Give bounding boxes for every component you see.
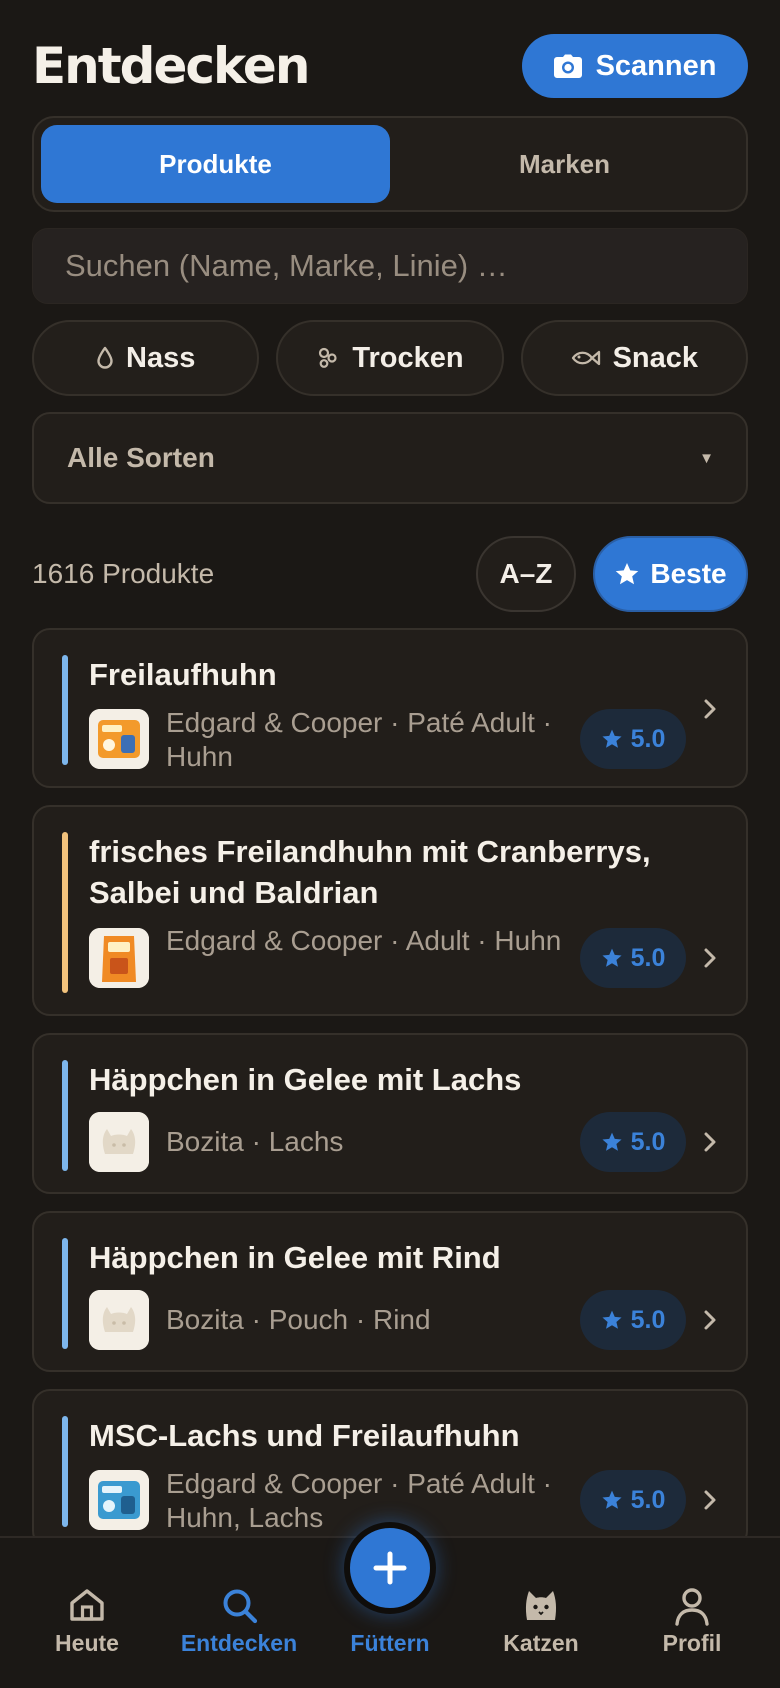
product-title: Häppchen in Gelee mit Lachs	[89, 1062, 522, 1097]
search-box	[32, 228, 748, 304]
category-accent	[62, 1238, 68, 1349]
product-title: Freilaufhuhn	[89, 657, 277, 692]
product-title: frisches Freilandhuhn mit Cranberrys, Sa…	[89, 834, 651, 910]
filter-label: Trocken	[352, 341, 464, 374]
profile-icon	[675, 1588, 709, 1626]
search-icon	[223, 1589, 258, 1624]
feed-button-label: Füttern	[350, 1630, 430, 1656]
product-thumbnail	[89, 709, 149, 769]
chevron-right-icon	[704, 699, 716, 719]
results-count: 1616 Produkte	[32, 558, 215, 589]
results-toolbar: 1616 Produkte A–Z Beste	[32, 536, 748, 612]
tab-label: Profil	[662, 1630, 722, 1656]
scan-button-label: Scannen	[595, 49, 717, 82]
product-thumbnail	[89, 1470, 149, 1530]
product-subtitle: Bozita · Pouch · Rind	[166, 1304, 431, 1335]
rating-badge: 5.0	[580, 1470, 686, 1530]
droplet-icon	[97, 346, 113, 369]
rating-badge: 5.0	[580, 709, 686, 769]
variety-select-value: Alle Sorten	[67, 442, 215, 473]
rating-value: 5.0	[630, 1485, 666, 1514]
search-input[interactable]	[65, 248, 747, 284]
segmented-control: Produkte Marken	[32, 116, 748, 212]
category-accent	[62, 832, 68, 993]
rating-value: 5.0	[630, 1305, 666, 1334]
filter-nass[interactable]: Nass	[32, 320, 260, 396]
tab-produkte[interactable]: Produkte	[41, 125, 390, 203]
rating-value: 5.0	[630, 943, 666, 972]
tab-heute[interactable]: Heute	[12, 1538, 162, 1688]
category-accent	[62, 655, 68, 765]
fish-icon	[571, 350, 600, 366]
star-icon	[602, 1310, 622, 1329]
tab-label: Entdecken	[180, 1630, 298, 1656]
product-subtitle: Edgard & Cooper · Paté Adult · Huhn	[166, 707, 552, 772]
star-icon	[602, 948, 622, 967]
rating-badge: 5.0	[580, 1290, 686, 1350]
product-title: Häppchen in Gelee mit Rind	[89, 1240, 501, 1275]
rating-value: 5.0	[630, 724, 666, 753]
product-subtitle: Edgard & Cooper · Adult · Huhn	[166, 925, 562, 956]
cat-placeholder-icon	[89, 1112, 149, 1172]
product-list: Freilaufhuhn Edgard & Cooper · Paté Adul…	[32, 628, 748, 1566]
category-accent	[62, 1060, 68, 1171]
product-subtitle: Bozita · Lachs	[166, 1126, 344, 1157]
product-title: MSC-Lachs und Freilaufhuhn	[89, 1418, 520, 1453]
sort-az-button[interactable]: A–Z	[476, 536, 576, 612]
camera-icon	[553, 54, 582, 78]
star-icon	[602, 729, 622, 748]
chevron-right-icon	[704, 1132, 716, 1152]
tab-label: Katzen	[503, 1630, 579, 1656]
sort-toggle: A–Z Beste	[476, 536, 748, 612]
star-icon	[602, 1490, 622, 1509]
product-card[interactable]: Häppchen in Gelee mit Rind Bozita · Pouc…	[32, 1211, 748, 1372]
plus-icon	[373, 1551, 407, 1585]
product-thumbnail	[89, 1290, 149, 1350]
variety-select[interactable]: Alle Sorten ▼	[32, 412, 748, 504]
tab-katzen[interactable]: Katzen	[466, 1538, 616, 1688]
scan-button[interactable]: Scannen	[522, 34, 748, 98]
filter-label: Nass	[126, 341, 196, 374]
rating-badge: 5.0	[580, 928, 686, 988]
kibble-icon	[319, 347, 337, 368]
tab-profil[interactable]: Profil	[617, 1538, 767, 1688]
tab-label: Heute	[55, 1630, 119, 1656]
chevron-down-icon: ▼	[699, 449, 714, 467]
rating-badge: 5.0	[580, 1112, 686, 1172]
cat-icon	[525, 1591, 557, 1620]
product-thumbnail	[89, 1112, 149, 1172]
product-card[interactable]: Freilaufhuhn Edgard & Cooper · Paté Adul…	[32, 628, 748, 788]
header: Entdecken Scannen	[32, 34, 748, 98]
chevron-right-icon	[704, 1310, 716, 1330]
rating-value: 5.0	[630, 1127, 666, 1156]
page-title: Entdecken	[32, 37, 310, 95]
star-icon	[616, 562, 639, 585]
type-filters: Nass Trocken Snack	[32, 320, 748, 396]
filter-snack[interactable]: Snack	[520, 320, 748, 396]
product-card[interactable]: Häppchen in Gelee mit Lachs Bozita · Lac…	[32, 1033, 748, 1194]
product-card[interactable]: frisches Freilandhuhn mit Cranberrys, Sa…	[32, 805, 748, 1016]
category-accent	[62, 1416, 68, 1527]
cat-placeholder-icon	[89, 1290, 149, 1350]
tab-marken[interactable]: Marken	[390, 125, 739, 203]
chevron-right-icon	[704, 1490, 716, 1510]
filter-label: Snack	[612, 341, 699, 374]
home-icon	[70, 1589, 104, 1621]
sort-best-label: Beste	[650, 558, 727, 589]
filter-trocken[interactable]: Trocken	[276, 320, 504, 396]
star-icon	[602, 1132, 622, 1151]
sort-best-button[interactable]: Beste	[593, 536, 748, 612]
chevron-right-icon	[704, 948, 716, 968]
feed-button[interactable]	[344, 1522, 436, 1614]
product-thumbnail	[89, 928, 149, 988]
tab-entdecken[interactable]: Entdecken	[164, 1538, 314, 1688]
